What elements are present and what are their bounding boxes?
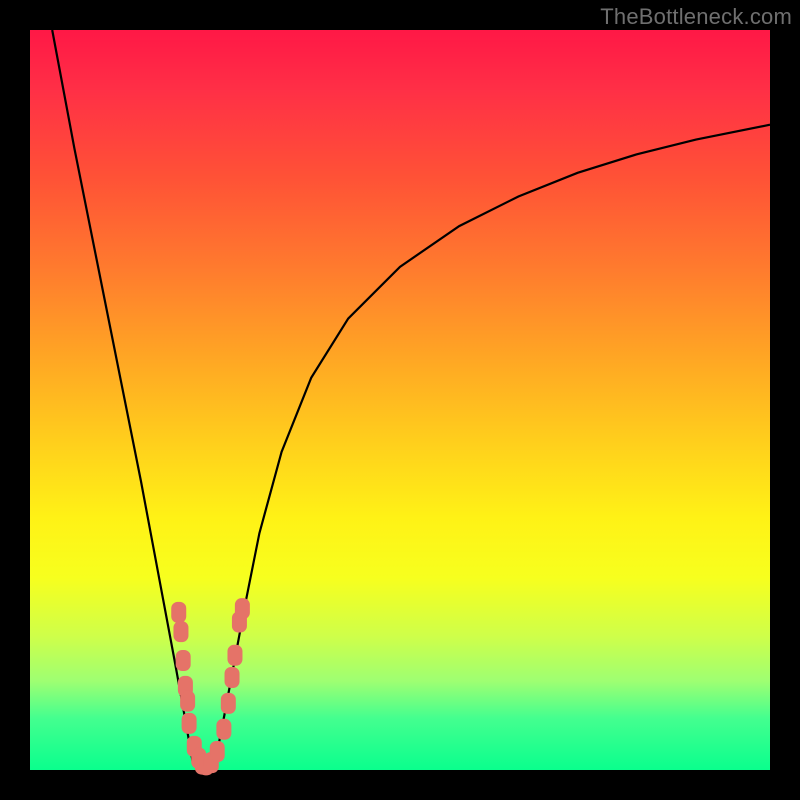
plot-area xyxy=(30,30,770,770)
data-marker xyxy=(181,691,195,711)
marker-cluster xyxy=(172,599,250,775)
watermark-text: TheBottleneck.com xyxy=(600,4,792,30)
data-marker xyxy=(221,693,235,713)
bottleneck-curve xyxy=(30,30,770,770)
data-marker xyxy=(174,622,188,642)
chart-frame: TheBottleneck.com xyxy=(0,0,800,800)
data-marker xyxy=(225,668,239,688)
data-marker xyxy=(172,602,186,622)
data-marker xyxy=(235,599,249,619)
data-marker xyxy=(182,713,196,733)
data-marker xyxy=(176,650,190,670)
data-marker xyxy=(217,719,231,739)
data-marker xyxy=(228,645,242,665)
data-marker xyxy=(210,742,224,762)
curve-path xyxy=(52,30,770,767)
